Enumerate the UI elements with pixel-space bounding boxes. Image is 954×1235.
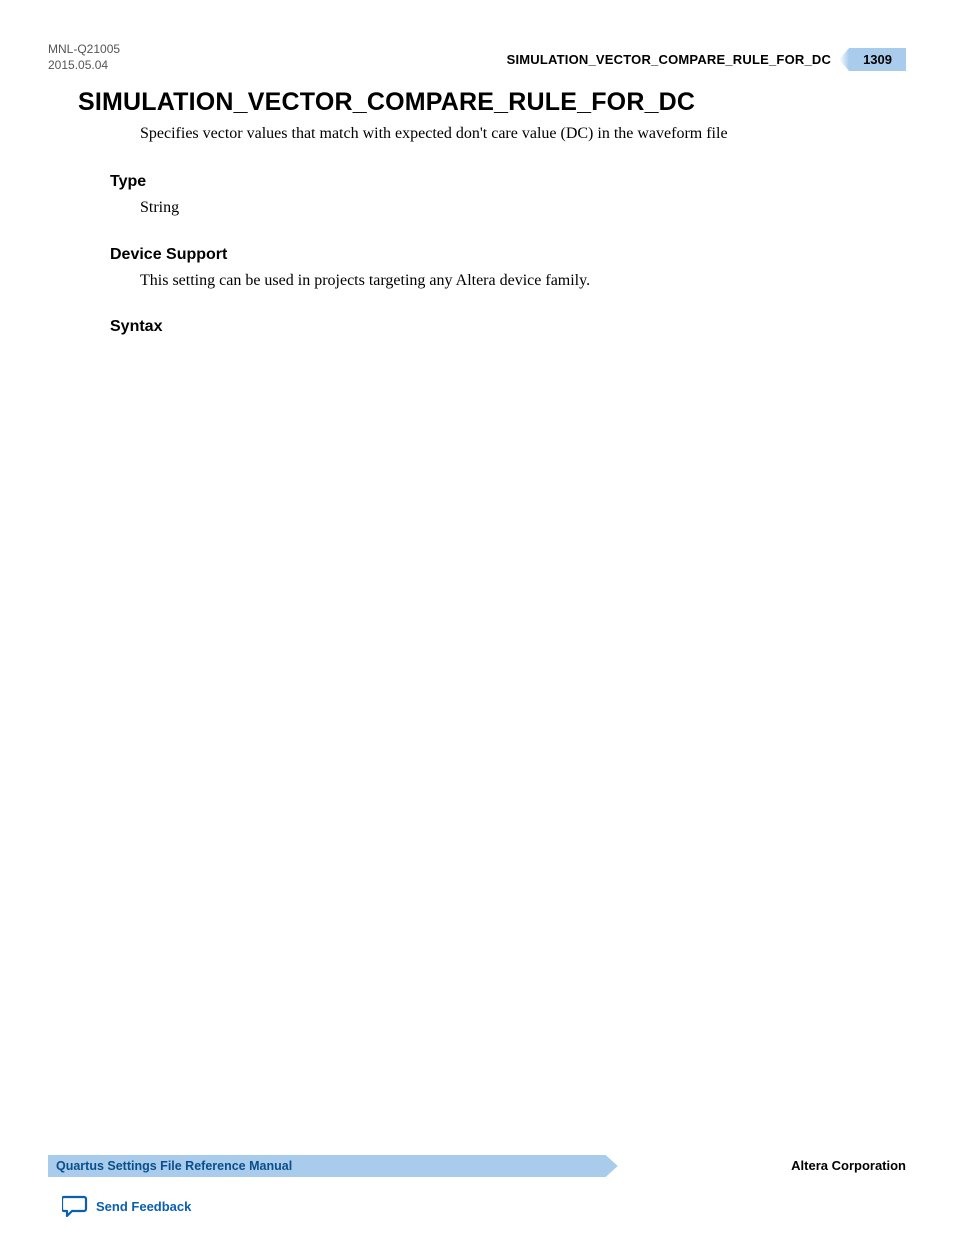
page-number: 1309 <box>849 48 906 71</box>
section-body-device-support: This setting can be used in projects tar… <box>140 270 884 292</box>
section-heading-device-support: Device Support <box>110 246 884 264</box>
running-title: SIMULATION_VECTOR_COMPARE_RULE_FOR_DC <box>507 52 832 67</box>
manual-title: Quartus Settings File Reference Manual <box>56 1159 292 1173</box>
send-feedback-link[interactable]: Send Feedback <box>62 1195 191 1217</box>
main-description: Specifies vector values that match with … <box>140 123 884 145</box>
section-heading-type: Type <box>110 173 884 191</box>
page-header: MNL-Q21005 2015.05.04 SIMULATION_VECTOR_… <box>48 42 906 72</box>
header-right: SIMULATION_VECTOR_COMPARE_RULE_FOR_DC 13… <box>507 48 906 71</box>
header-meta: MNL-Q21005 2015.05.04 <box>48 42 120 73</box>
page-footer: Quartus Settings File Reference Manual A… <box>48 1155 906 1177</box>
footer-bar: Quartus Settings File Reference Manual <box>48 1155 606 1177</box>
page-content: SIMULATION_VECTOR_COMPARE_RULE_FOR_DC Sp… <box>78 88 884 342</box>
main-heading: SIMULATION_VECTOR_COMPARE_RULE_FOR_DC <box>78 88 884 117</box>
section-heading-syntax: Syntax <box>110 318 884 336</box>
send-feedback-label: Send Feedback <box>96 1199 191 1214</box>
company-name: Altera Corporation <box>791 1158 906 1173</box>
doc-id: MNL-Q21005 <box>48 42 120 58</box>
doc-date: 2015.05.04 <box>48 58 120 74</box>
speech-bubble-icon <box>62 1195 88 1217</box>
section-body-type: String <box>140 197 884 219</box>
